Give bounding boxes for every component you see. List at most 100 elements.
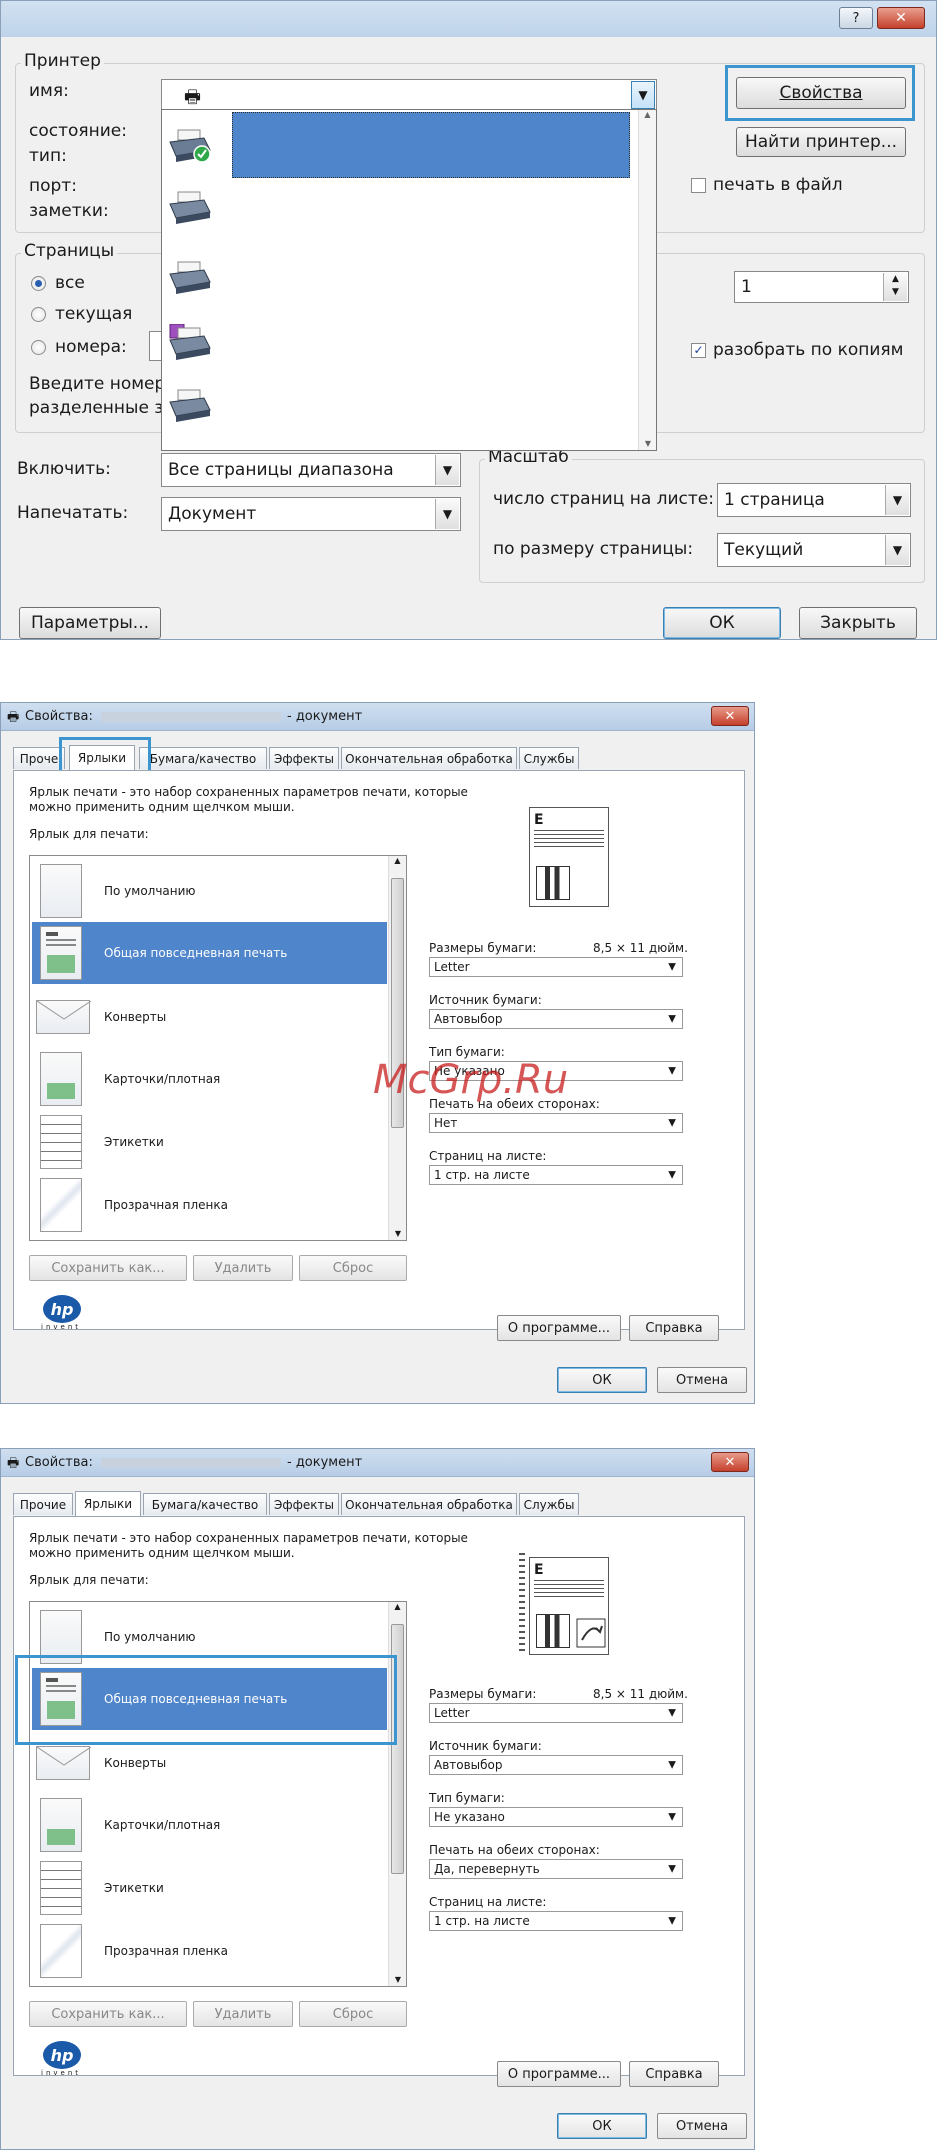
close-button[interactable]: ✕ [877,7,925,29]
scroll-up-icon[interactable]: ▲ [389,856,406,865]
close-button[interactable]: ✕ [711,706,749,726]
tab-finishing[interactable]: Окончательная обработка [341,747,517,769]
help-button[interactable]: Справка [629,2061,719,2087]
duplex-dropdown[interactable]: Нет ▼ [429,1113,683,1133]
paper-type-dropdown[interactable]: Не указано ▼ [429,1807,683,1827]
params-button[interactable]: Параметры... [19,607,161,639]
shortcut-list[interactable]: По умолчанию Общая повседневная печать К… [29,855,407,1241]
copies-spinner[interactable]: ▲ ▼ [883,273,907,301]
chevron-down-icon[interactable]: ▼ [668,1066,676,1077]
duplex-dropdown[interactable]: Да, перевернуть ▼ [429,1859,683,1879]
chevron-down-icon[interactable]: ▼ [435,499,459,529]
close-dialog-button[interactable]: Закрыть [799,607,917,639]
printer-title-icon: 🖶 [7,1456,20,1471]
chevron-down-icon[interactable]: ▼ [435,455,459,485]
properties-button[interactable]: Свойства [736,77,906,109]
radio-numbers[interactable] [31,340,46,355]
list-item[interactable]: По умолчанию [32,860,387,922]
paper-source-dropdown[interactable]: Автовыбор ▼ [429,1009,683,1029]
tab-effects[interactable]: Эффекты [269,747,339,769]
list-item[interactable]: Карточки/плотная [32,1794,387,1856]
help-button[interactable]: Справка [629,1315,719,1341]
collate-checkbox[interactable]: ✓ [691,343,706,358]
include-dropdown[interactable]: Все страницы диапазона ▼ [161,453,461,487]
chevron-down-icon[interactable]: ▼ [668,1014,676,1025]
about-button[interactable]: О программе... [497,2061,621,2087]
list-item[interactable]: Прозрачная пленка [32,1920,387,1982]
scroll-up-icon[interactable]: ▲ [639,110,656,119]
cancel-button[interactable]: Отмена [657,2113,747,2139]
list-item[interactable]: Прозрачная пленка [32,1174,387,1236]
pages-per-sheet-value: 1 стр. на листе [434,1168,530,1182]
shortcut-label: Конверты [104,1010,167,1024]
find-printer-button[interactable]: Найти принтер... [736,127,906,157]
save-as-button[interactable]: Сохранить как... [29,2001,187,2027]
list-item[interactable]: Этикетки [32,1857,387,1919]
shortcut-label: Этикетки [104,1135,164,1149]
spin-up-icon[interactable]: ▲ [884,273,907,286]
pages-hint-line2: разделенные з [29,398,164,418]
pages-per-sheet-dropdown[interactable]: 1 стр. на листе ▼ [429,1911,683,1931]
chevron-down-icon[interactable]: ▼ [631,81,655,109]
tab-effects[interactable]: Эффекты [269,1493,339,1515]
chevron-down-icon[interactable]: ▼ [668,1118,676,1129]
cancel-button[interactable]: Отмена [657,1367,747,1393]
chevron-down-icon[interactable]: ▼ [668,962,676,973]
tab-other[interactable]: Проче [13,747,65,769]
shortcut-label: По умолчанию [104,884,196,898]
list-item[interactable]: Конверты [32,986,387,1048]
chevron-down-icon[interactable]: ▼ [668,1864,676,1875]
hp-logo: hp invent [35,1295,97,1333]
pages-per-sheet-dropdown[interactable]: 1 стр. на листе ▼ [429,1165,683,1185]
printer-list-scrollbar[interactable]: ▲ ▼ [638,110,656,450]
list-scrollbar[interactable]: ▲ ▼ [388,856,406,1240]
list-item[interactable]: Карточки/плотная [32,1048,387,1110]
tab-paper-quality[interactable]: Бумага/качество [143,1493,267,1515]
radio-current[interactable] [31,307,46,322]
radio-all[interactable] [31,276,46,291]
chevron-down-icon[interactable]: ▼ [668,1760,676,1771]
everyday-print-icon [40,926,82,980]
chevron-down-icon[interactable]: ▼ [668,1812,676,1823]
chevron-down-icon[interactable]: ▼ [885,535,909,565]
list-item[interactable]: Общая повседневная печать [32,922,387,984]
tab-finishing[interactable]: Окончательная обработка [341,1493,517,1515]
chevron-down-icon[interactable]: ▼ [885,485,909,515]
chevron-down-icon[interactable]: ▼ [668,1708,676,1719]
tab-services[interactable]: Службы [519,1493,579,1515]
delete-button[interactable]: Удалить [193,2001,293,2027]
print-what-dropdown[interactable]: Документ ▼ [161,497,461,531]
spin-down-icon[interactable]: ▼ [884,286,907,299]
scroll-up-icon[interactable]: ▲ [389,1602,406,1611]
tab-shortcuts[interactable]: Ярлыки [75,1491,141,1516]
paper-size-dropdown[interactable]: Letter ▼ [429,1703,683,1723]
scroll-down-icon[interactable]: ▼ [639,439,657,448]
reset-button[interactable]: Сброс [299,2001,407,2027]
about-button[interactable]: О программе... [497,1315,621,1341]
printer-name-dropdown[interactable]: 🖶 ▼ [161,79,657,111]
tab-paper-quality[interactable]: Бумага/качество [139,747,267,769]
ok-button[interactable]: ОК [557,2113,647,2139]
reset-button[interactable]: Сброс [299,1255,407,1281]
help-button[interactable]: ? [839,7,873,29]
ok-button[interactable]: ОК [557,1367,647,1393]
paper-size-dropdown[interactable]: Letter ▼ [429,957,683,977]
printer-list-selected[interactable] [232,112,630,178]
delete-button[interactable]: Удалить [193,1255,293,1281]
scroll-down-icon[interactable]: ▼ [389,1229,406,1238]
shortcut-label: Этикетки [104,1881,164,1895]
chevron-down-icon[interactable]: ▼ [668,1916,676,1927]
printer-list-popup[interactable]: ▲ ▼ [161,109,657,451]
pages-per-sheet-dropdown[interactable]: 1 страница ▼ [717,483,911,517]
tab-other[interactable]: Прочие [13,1493,73,1515]
tab-services[interactable]: Службы [519,747,579,769]
print-to-file-checkbox[interactable] [691,178,706,193]
fit-to-dropdown[interactable]: Текущий ▼ [717,533,911,567]
chevron-down-icon[interactable]: ▼ [668,1170,676,1181]
list-item[interactable]: Этикетки [32,1111,387,1173]
close-button[interactable]: ✕ [711,1452,749,1472]
paper-source-dropdown[interactable]: Автовыбор ▼ [429,1755,683,1775]
save-as-button[interactable]: Сохранить как... [29,1255,187,1281]
scroll-down-icon[interactable]: ▼ [389,1975,406,1984]
ok-button[interactable]: ОК [663,607,781,639]
